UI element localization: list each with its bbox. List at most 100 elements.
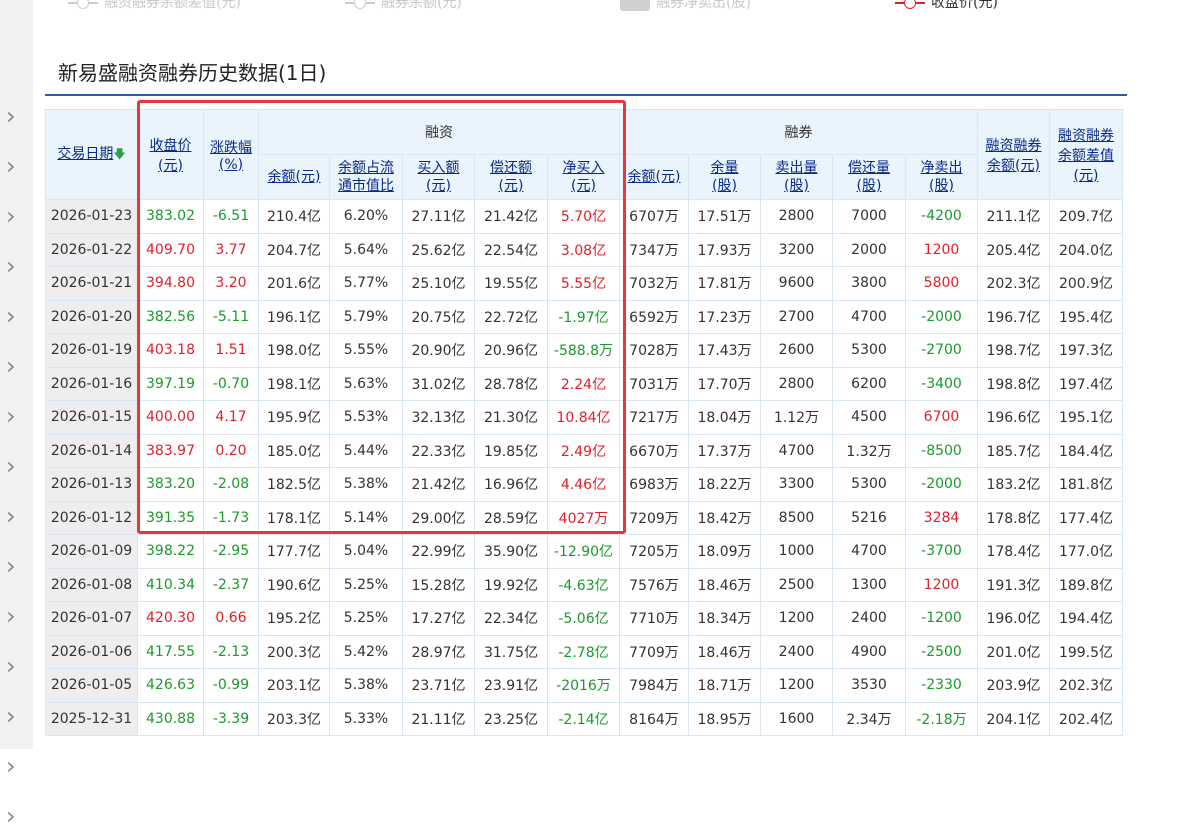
table-cell: 28.59亿 [474, 500, 548, 535]
table-cell: -588.8万 [547, 333, 620, 368]
chevron-right-icon[interactable]: › [6, 554, 22, 578]
table-cell: 5.70亿 [547, 199, 620, 234]
bar-marker-icon [620, 0, 650, 11]
table-cell: 29.00亿 [402, 500, 475, 535]
table-cell: 5.44% [329, 433, 403, 468]
table-cell: 6.20% [329, 199, 403, 234]
table-cell: 5.63% [329, 366, 403, 401]
table-cell: 178.4亿 [977, 534, 1050, 569]
col-header-short-sell[interactable]: 卖出量 (股) [760, 154, 833, 200]
table-cell: 203.1亿 [258, 668, 330, 703]
col-header-diff[interactable]: 融资融券 余额差值 (元) [1049, 109, 1123, 200]
table-cell: 8500 [760, 500, 833, 535]
table-cell: -12.90亿 [547, 534, 620, 569]
table-cell: 6200 [832, 366, 906, 401]
col-header-short-net-sell[interactable]: 净卖出 (股) [905, 154, 978, 200]
table-cell: 7031万 [619, 366, 689, 401]
table-cell: 5.38% [329, 467, 403, 502]
table-row: 2026-01-13 383.20 -2.08 182.5亿 5.38% 21.42亿 16… [45, 467, 1123, 502]
chevron-right-icon[interactable]: › [6, 404, 22, 428]
table-cell: 198.8亿 [977, 366, 1050, 401]
table-row: 2026-01-07 420.30 0.66 195.2亿 5.25% 17.27亿 22.… [45, 601, 1123, 636]
col-header-close[interactable]: 收盘价 (元) [137, 109, 204, 200]
table-cell: 196.1亿 [258, 299, 330, 334]
col-header-total[interactable]: 融资融券 余额(元) [977, 109, 1050, 200]
legend-item-diff[interactable]: 融资融券余额差值(元) [68, 0, 241, 14]
table-cell: 204.1亿 [977, 701, 1050, 736]
table-cell: 7000 [832, 199, 906, 234]
table-cell: 204.0亿 [1049, 232, 1123, 267]
table-cell: 17.43万 [688, 333, 761, 368]
chevron-right-icon[interactable]: › [6, 504, 22, 528]
table-cell: 198.7亿 [977, 333, 1050, 368]
table-cell: 209.7亿 [1049, 199, 1123, 234]
chevron-right-icon[interactable]: › [6, 604, 22, 628]
table-cell: 1600 [760, 701, 833, 736]
table-cell: 2026-01-05 [45, 668, 138, 703]
table-cell: 22.99亿 [402, 534, 475, 569]
chevron-right-icon[interactable]: › [6, 304, 22, 328]
table-cell: 18.34万 [688, 601, 761, 636]
table-cell: 5.14% [329, 500, 403, 535]
table-cell: 202.4亿 [1049, 701, 1123, 736]
legend-item-short-net-sell[interactable]: 融券净卖出(股) [620, 0, 751, 14]
legend-item-short-balance[interactable]: 融券余额(元) [345, 0, 462, 14]
col-header-margin-balance[interactable]: 余额(元) [258, 154, 330, 200]
col-header-short-balance[interactable]: 余额(元) [619, 154, 689, 200]
chevron-right-icon[interactable]: › [6, 254, 22, 278]
table-cell: -2330 [905, 668, 978, 703]
chevron-right-icon[interactable]: › [6, 104, 22, 128]
col-header-short-volume[interactable]: 余量 (股) [688, 154, 761, 200]
chevron-right-icon[interactable]: › [6, 704, 22, 728]
col-header-margin-repay[interactable]: 偿还额 (元) [474, 154, 548, 200]
col-header-margin-buy[interactable]: 买入额 (元) [402, 154, 475, 200]
col-header-margin-ratio[interactable]: 余额占流 通市值比 [329, 154, 403, 200]
col-header-date[interactable]: 交易日期🡇 [45, 109, 138, 200]
table-cell: 17.27亿 [402, 601, 475, 636]
table-cell: 5.42% [329, 634, 403, 669]
table-cell: 1200 [760, 601, 833, 636]
col-header-change[interactable]: 涨跌幅 (%) [203, 109, 259, 200]
table-cell: 18.22万 [688, 467, 761, 502]
table-cell: 7032万 [619, 266, 689, 301]
table-cell: 2800 [760, 199, 833, 234]
table-cell: 22.34亿 [474, 601, 548, 636]
table-cell: 2.24亿 [547, 366, 620, 401]
table-cell: 201.6亿 [258, 266, 330, 301]
table-cell: 7576万 [619, 567, 689, 602]
chevron-right-icon[interactable]: › [6, 154, 22, 178]
table-cell: 391.35 [137, 500, 204, 535]
table-cell: -2700 [905, 333, 978, 368]
table-cell: -2.13 [203, 634, 259, 669]
table-cell: 3530 [832, 668, 906, 703]
page-title: 新易盛融资融券历史数据(1日) [58, 61, 327, 85]
table-cell: 182.5亿 [258, 467, 330, 502]
col-header-short-repay[interactable]: 偿还量 (股) [832, 154, 906, 200]
legend-item-close-price[interactable]: 收盘价(元) [895, 0, 998, 14]
table-cell: 6983万 [619, 467, 689, 502]
chevron-right-icon[interactable]: › [6, 204, 22, 228]
table-cell: 2025-12-31 [45, 701, 138, 736]
table-cell: 5300 [832, 333, 906, 368]
table-cell: 191.3亿 [977, 567, 1050, 602]
table-cell: 2.34万 [832, 701, 906, 736]
table-cell: -6.51 [203, 199, 259, 234]
table-cell: 6670万 [619, 433, 689, 468]
table-cell: 17.81万 [688, 266, 761, 301]
table-cell: -2.14亿 [547, 701, 620, 736]
col-header-margin-net-buy[interactable]: 净买入 (元) [547, 154, 620, 200]
table-cell: 2026-01-07 [45, 601, 138, 636]
table-row: 2026-01-09 398.22 -2.95 177.7亿 5.04% 22.99亿 35… [45, 534, 1123, 569]
chevron-right-icon[interactable]: › [6, 804, 22, 828]
table-cell: 18.46万 [688, 567, 761, 602]
table-row: 2026-01-16 397.19 -0.70 198.1亿 5.63% 31.02亿 28… [45, 366, 1123, 401]
table-cell: 5800 [905, 266, 978, 301]
chevron-right-icon[interactable]: › [6, 754, 22, 778]
title-divider [45, 94, 1127, 96]
table-row: 2026-01-23 383.02 -6.51 210.4亿 6.20% 27.11亿 21… [45, 199, 1123, 234]
chevron-right-icon[interactable]: › [6, 354, 22, 378]
chevron-right-icon[interactable]: › [6, 654, 22, 678]
table-cell: 25.10亿 [402, 266, 475, 301]
chevron-right-icon[interactable]: › [6, 454, 22, 478]
table-cell: 18.46万 [688, 634, 761, 669]
